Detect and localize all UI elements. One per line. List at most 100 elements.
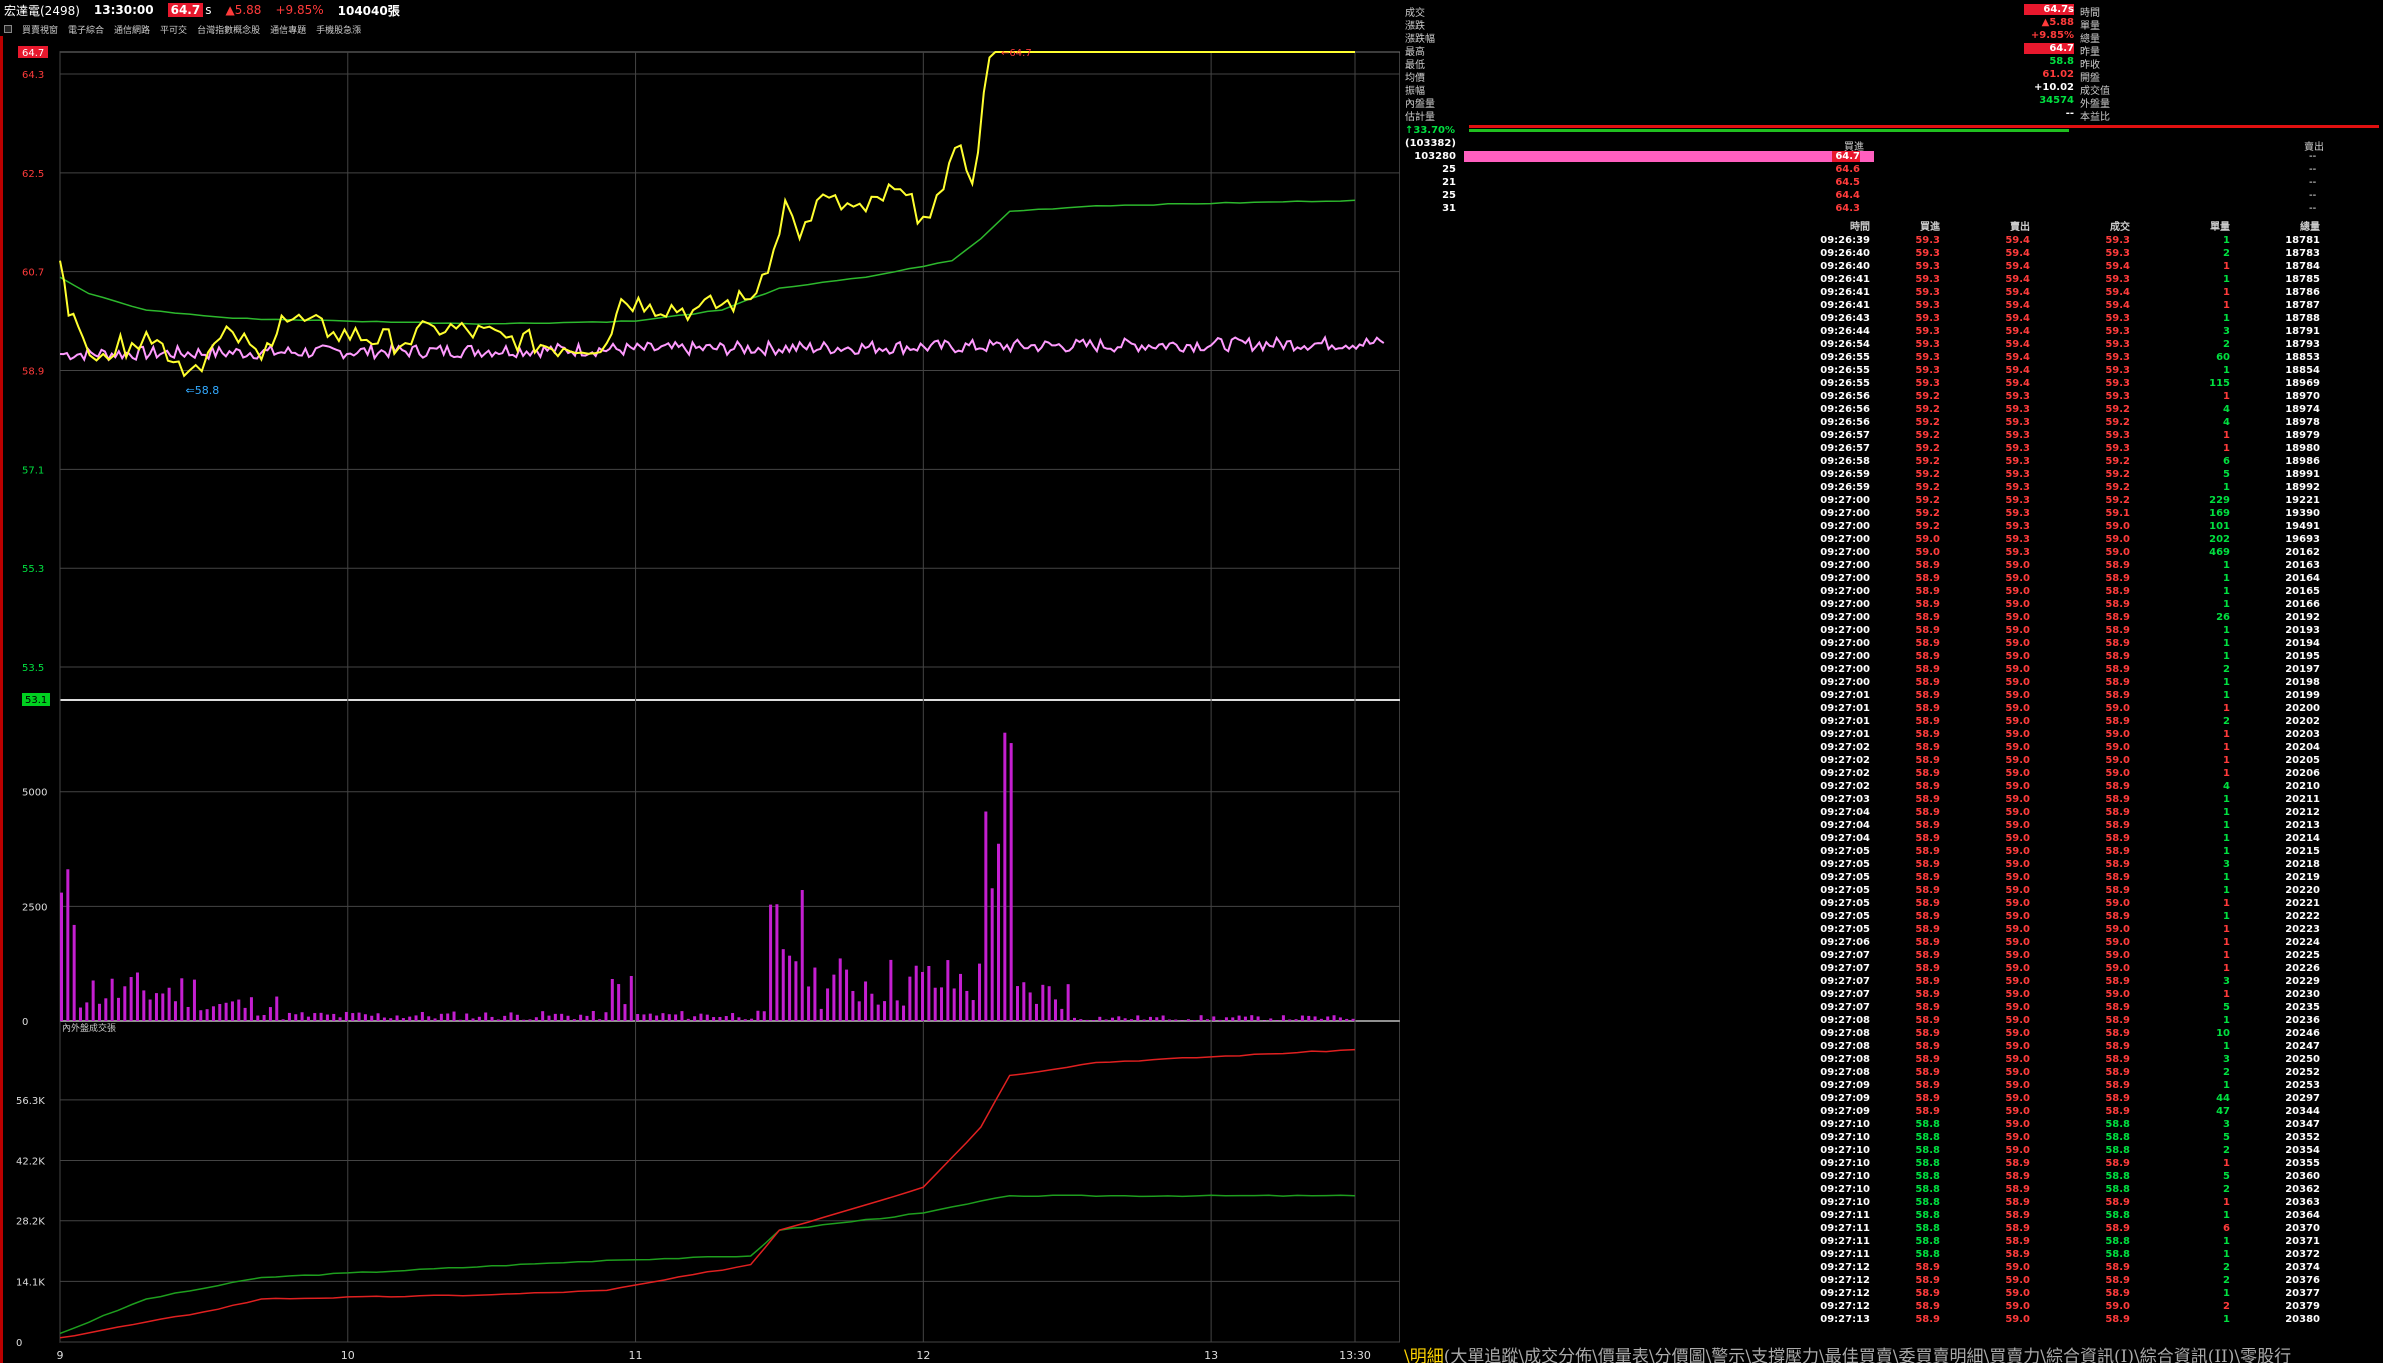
tick-row[interactable]: 09:27:01 58.9 59.0 58.9 1 20199 bbox=[1800, 689, 2320, 702]
tab-item[interactable]: \委買賣明細 bbox=[1893, 1347, 1984, 1363]
toolbar-item[interactable]: 手機股急漲 bbox=[316, 23, 361, 36]
intraday-chart[interactable]: 9 10 11 12 13 13:30 64.7 64.3 62.5 60.7 58.9 57.1 55… bbox=[0, 36, 1400, 1363]
tick-row[interactable]: 09:27:09 58.9 59.0 58.9 47 20344 bbox=[1800, 1105, 2320, 1118]
tick-row[interactable]: 09:27:00 59.2 59.3 59.2 229 19221 bbox=[1800, 494, 2320, 507]
tick-row[interactable]: 09:27:00 59.0 59.3 59.0 469 20162 bbox=[1800, 546, 2320, 559]
tick-row[interactable]: 09:26:54 59.3 59.4 59.3 2 18793 bbox=[1800, 338, 2320, 351]
tick-row[interactable]: 09:27:08 58.9 59.0 58.9 3 20250 bbox=[1800, 1053, 2320, 1066]
tick-row[interactable]: 09:27:11 58.8 58.9 58.8 1 20372 bbox=[1800, 1248, 2320, 1261]
tab-item[interactable]: \零股行 bbox=[2234, 1347, 2291, 1363]
tick-row[interactable]: 09:27:05 58.9 59.0 58.9 1 20219 bbox=[1800, 871, 2320, 884]
tick-row[interactable]: 09:27:11 58.8 58.9 58.8 1 20371 bbox=[1800, 1235, 2320, 1248]
tick-row[interactable]: 09:27:01 58.9 59.0 58.9 2 20202 bbox=[1800, 715, 2320, 728]
bid-qty[interactable]: 25 bbox=[1404, 190, 1456, 201]
tick-row[interactable]: 09:27:07 58.9 59.0 59.0 1 20225 bbox=[1800, 949, 2320, 962]
tick-row[interactable]: 09:27:08 58.9 59.0 58.9 1 20236 bbox=[1800, 1014, 2320, 1027]
tick-row[interactable]: 09:27:11 58.8 58.9 58.9 6 20370 bbox=[1800, 1222, 2320, 1235]
tab-item[interactable]: \綜合資訊(II) bbox=[2134, 1347, 2234, 1363]
tab-item[interactable]: \成交分佈 bbox=[1518, 1347, 1592, 1363]
checkbox-icon[interactable] bbox=[4, 25, 12, 33]
tab-item[interactable]: \買賣力 bbox=[1984, 1347, 2041, 1363]
tick-row[interactable]: 09:27:08 58.9 59.0 58.9 2 20252 bbox=[1800, 1066, 2320, 1079]
tick-row[interactable]: 09:27:01 58.9 59.0 59.0 1 20203 bbox=[1800, 728, 2320, 741]
tick-row[interactable]: 09:27:08 58.9 59.0 58.9 1 20247 bbox=[1800, 1040, 2320, 1053]
bid-qty[interactable]: 31 bbox=[1404, 203, 1456, 214]
tick-row[interactable]: 09:26:55 59.3 59.4 59.3 60 18853 bbox=[1800, 351, 2320, 364]
tick-row[interactable]: 09:26:56 59.2 59.3 59.2 4 18978 bbox=[1800, 416, 2320, 429]
tick-row[interactable]: 09:27:09 58.9 59.0 58.9 44 20297 bbox=[1800, 1092, 2320, 1105]
tick-row[interactable]: 09:26:59 59.2 59.3 59.2 5 18991 bbox=[1800, 468, 2320, 481]
tick-row[interactable]: 09:27:13 58.9 59.0 58.9 1 20380 bbox=[1800, 1313, 2320, 1326]
tick-row[interactable]: 09:27:01 58.9 59.0 59.0 1 20200 bbox=[1800, 702, 2320, 715]
bid-qty[interactable]: 103280 bbox=[1404, 151, 1456, 162]
tick-row[interactable]: 09:27:00 58.9 59.0 58.9 1 20163 bbox=[1800, 559, 2320, 572]
tab-item[interactable]: \綜合資訊(I) bbox=[2040, 1347, 2134, 1363]
toolbar-item[interactable]: 電子綜合 bbox=[68, 23, 104, 36]
tick-row[interactable]: 09:26:55 59.3 59.4 59.3 115 18969 bbox=[1800, 377, 2320, 390]
tick-row[interactable]: 09:27:10 58.8 59.0 58.8 2 20354 bbox=[1800, 1144, 2320, 1157]
bid-qty[interactable]: 25 bbox=[1404, 164, 1456, 175]
tick-row[interactable]: 09:26:56 59.2 59.3 59.2 4 18974 bbox=[1800, 403, 2320, 416]
tick-row[interactable]: 09:26:39 59.3 59.4 59.3 1 18781 bbox=[1800, 234, 2320, 247]
bid-qty[interactable]: 21 bbox=[1404, 177, 1456, 188]
tick-row[interactable]: 09:27:00 58.9 59.0 58.9 1 20194 bbox=[1800, 637, 2320, 650]
tab-item[interactable]: \價量表 bbox=[1592, 1347, 1649, 1363]
tick-row[interactable]: 09:27:10 58.8 58.9 58.8 2 20362 bbox=[1800, 1183, 2320, 1196]
tick-row[interactable]: 09:27:05 58.9 59.0 58.9 1 20215 bbox=[1800, 845, 2320, 858]
tick-row[interactable]: 09:27:12 58.9 59.0 58.9 2 20376 bbox=[1800, 1274, 2320, 1287]
tick-row[interactable]: 09:26:40 59.3 59.4 59.4 1 18784 bbox=[1800, 260, 2320, 273]
toolbar-item[interactable]: 平可交 bbox=[160, 23, 187, 36]
tick-row[interactable]: 09:27:08 58.9 59.0 58.9 10 20246 bbox=[1800, 1027, 2320, 1040]
tick-row[interactable]: 09:27:05 58.9 59.0 58.9 3 20218 bbox=[1800, 858, 2320, 871]
bid-price[interactable]: 64.3 bbox=[1832, 203, 1860, 214]
toolbar-item[interactable]: 通信專題 bbox=[270, 23, 306, 36]
tick-row[interactable]: 09:26:40 59.3 59.4 59.3 2 18783 bbox=[1800, 247, 2320, 260]
tick-row[interactable]: 09:27:10 58.8 59.0 58.8 3 20347 bbox=[1800, 1118, 2320, 1131]
tick-row[interactable]: 09:27:10 58.8 59.0 58.8 5 20352 bbox=[1800, 1131, 2320, 1144]
ask-price[interactable]: -- bbox=[2309, 190, 2316, 201]
tick-row[interactable]: 09:27:12 58.9 59.0 58.9 2 20374 bbox=[1800, 1261, 2320, 1274]
ask-price[interactable]: -- bbox=[2309, 177, 2316, 188]
tick-row[interactable]: 09:27:05 58.9 59.0 58.9 1 20220 bbox=[1800, 884, 2320, 897]
tick-row[interactable]: 09:27:07 58.9 59.0 59.0 1 20226 bbox=[1800, 962, 2320, 975]
tick-row[interactable]: 09:27:00 58.9 59.0 58.9 1 20165 bbox=[1800, 585, 2320, 598]
tick-row[interactable]: 09:27:07 58.9 59.0 59.0 1 20230 bbox=[1800, 988, 2320, 1001]
tick-row[interactable]: 09:26:41 59.3 59.4 59.4 1 18787 bbox=[1800, 299, 2320, 312]
ask-price[interactable]: -- bbox=[2309, 151, 2316, 162]
tick-row[interactable]: 09:27:04 58.9 59.0 58.9 1 20212 bbox=[1800, 806, 2320, 819]
tick-row[interactable]: 09:27:05 58.9 59.0 59.0 1 20221 bbox=[1800, 897, 2320, 910]
toolbar-item[interactable]: 買賣視窗 bbox=[22, 23, 58, 36]
tick-row[interactable]: 09:27:00 58.9 59.0 58.9 1 20164 bbox=[1800, 572, 2320, 585]
tick-row[interactable]: 09:27:00 58.9 59.0 58.9 2 20197 bbox=[1800, 663, 2320, 676]
tick-row[interactable]: 09:26:59 59.2 59.3 59.2 1 18992 bbox=[1800, 481, 2320, 494]
bid-price[interactable]: 64.5 bbox=[1832, 177, 1860, 188]
tick-row[interactable]: 09:27:00 58.9 59.0 58.9 1 20166 bbox=[1800, 598, 2320, 611]
tick-row[interactable]: 09:26:44 59.3 59.4 59.3 3 18791 bbox=[1800, 325, 2320, 338]
tab-item[interactable]: \支撐壓力 bbox=[1745, 1347, 1819, 1363]
tick-row[interactable]: 09:27:05 58.9 59.0 59.0 1 20223 bbox=[1800, 923, 2320, 936]
toolbar-item[interactable]: 台灣指數概念股 bbox=[197, 23, 260, 36]
tick-row[interactable]: 09:27:04 58.9 59.0 58.9 1 20214 bbox=[1800, 832, 2320, 845]
bid-price[interactable]: 64.6 bbox=[1832, 164, 1860, 175]
tick-row[interactable]: 09:27:00 59.0 59.3 59.0 202 19693 bbox=[1800, 533, 2320, 546]
tick-row[interactable]: 09:27:07 58.9 59.0 58.9 5 20235 bbox=[1800, 1001, 2320, 1014]
tick-row[interactable]: 09:27:06 58.9 59.0 59.0 1 20224 bbox=[1800, 936, 2320, 949]
tab-item[interactable]: \警示 bbox=[1706, 1347, 1746, 1363]
bid-price[interactable]: 64.4 bbox=[1832, 190, 1860, 201]
tick-row[interactable]: 09:27:00 58.9 59.0 58.9 1 20198 bbox=[1800, 676, 2320, 689]
tick-row[interactable]: 09:27:12 58.9 59.0 59.0 2 20379 bbox=[1800, 1300, 2320, 1313]
tick-row[interactable]: 09:27:12 58.9 59.0 58.9 1 20377 bbox=[1800, 1287, 2320, 1300]
tab-item[interactable]: (大單追蹤 bbox=[1444, 1347, 1519, 1363]
tick-table[interactable]: 時間 買進 賣出 成交 單量 總量 09:26:39 59.3 59.4 59.3 1 18781 09… bbox=[1800, 221, 2320, 1326]
tab-details[interactable]: \明細 bbox=[1404, 1347, 1444, 1363]
ask-price[interactable]: -- bbox=[2309, 203, 2316, 214]
tick-row[interactable]: 09:27:05 58.9 59.0 58.9 1 20222 bbox=[1800, 910, 2320, 923]
tick-row[interactable]: 09:26:58 59.2 59.3 59.2 6 18986 bbox=[1800, 455, 2320, 468]
tick-row[interactable]: 09:27:10 58.8 58.9 58.9 1 20363 bbox=[1800, 1196, 2320, 1209]
tick-row[interactable]: 09:27:02 58.9 59.0 59.0 1 20205 bbox=[1800, 754, 2320, 767]
ask-price[interactable]: -- bbox=[2309, 164, 2316, 175]
tick-row[interactable]: 09:27:07 58.9 59.0 58.9 3 20229 bbox=[1800, 975, 2320, 988]
tab-item[interactable]: \最佳買賣 bbox=[1819, 1347, 1893, 1363]
tick-row[interactable]: 09:27:10 58.8 58.9 58.9 1 20355 bbox=[1800, 1157, 2320, 1170]
tick-row[interactable]: 09:26:56 59.2 59.3 59.3 1 18970 bbox=[1800, 390, 2320, 403]
